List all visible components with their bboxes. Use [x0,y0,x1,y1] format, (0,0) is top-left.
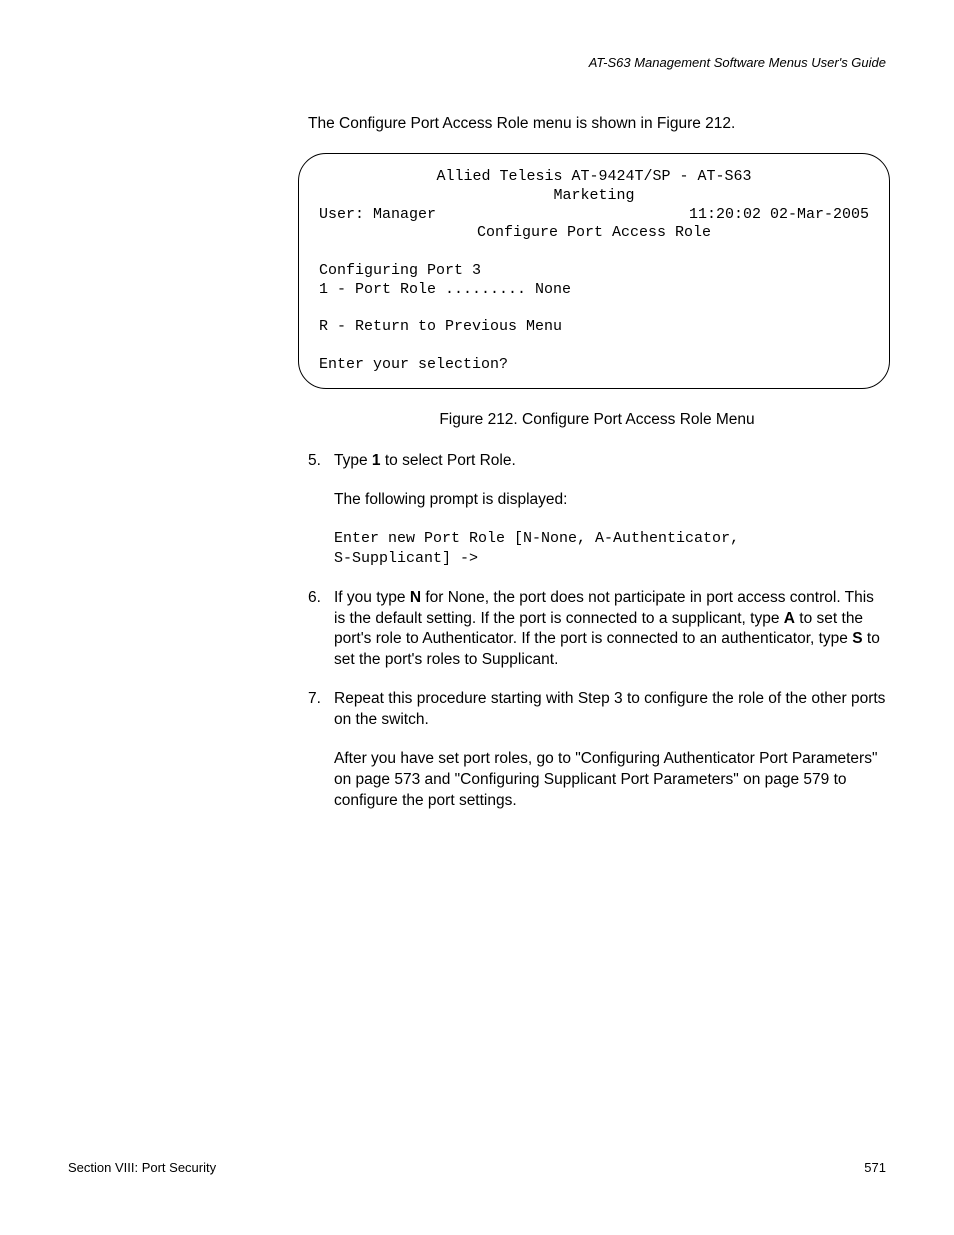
terminal-option-1: 1 - Port Role ......... None [319,281,571,298]
step-5: 5. Type 1 to select Port Role. The follo… [308,451,886,569]
step-5-bold: 1 [372,452,381,469]
step-6: 6. If you type N for None, the port does… [308,588,886,672]
terminal-user: User: Manager [319,206,436,225]
terminal-config-line: Configuring Port 3 [319,262,481,279]
terminal-return-line: R - Return to Previous Menu [319,318,562,335]
terminal-menu-title: Configure Port Access Role [319,224,869,243]
code-line-2: S-Supplicant] -> [334,549,886,569]
figure-caption: Figure 212. Configure Port Access Role M… [308,411,886,429]
step-7: 7. Repeat this procedure starting with S… [308,689,886,812]
s6-b2: A [784,610,795,627]
header-guide-title: AT-S63 Management Software Menus User's … [68,55,886,70]
steps-list: 5. Type 1 to select Port Role. The follo… [308,451,886,812]
main-content: The Configure Port Access Role menu is s… [308,115,886,812]
step-5-text-b: to select Port Role. [381,452,516,469]
page-container: AT-S63 Management Software Menus User's … [0,0,954,1235]
footer-section: Section VIII: Port Security [68,1160,216,1175]
step-number: 6. [308,588,321,609]
s6-b1: N [410,589,421,606]
page-footer: Section VIII: Port Security 571 [68,1160,886,1175]
footer-page-number: 571 [864,1160,886,1175]
terminal-prompt: Enter your selection? [319,356,508,373]
terminal-timestamp: 11:20:02 02-Mar-2005 [689,206,869,225]
s7-para: After you have set port roles, go to "Co… [334,749,886,812]
terminal-screenshot: Allied Telesis AT-9424T/SP - AT-S63 Mark… [298,153,890,389]
s6-b3: S [852,630,862,647]
terminal-title: Allied Telesis AT-9424T/SP - AT-S63 Mark… [319,168,869,206]
step-number: 5. [308,451,321,472]
step-5-code: Enter new Port Role [N-None, A-Authentic… [334,529,886,570]
terminal-user-row: User: Manager 11:20:02 02-Mar-2005 [319,206,869,225]
s7-text: Repeat this procedure starting with Step… [334,690,885,728]
intro-paragraph: The Configure Port Access Role menu is s… [308,115,886,133]
step-5-text-a: Type [334,452,372,469]
s6-t1: If you type [334,589,410,606]
step-number: 7. [308,689,321,710]
step-5-para: The following prompt is displayed: [334,490,886,511]
code-line-1: Enter new Port Role [N-None, A-Authentic… [334,529,886,549]
